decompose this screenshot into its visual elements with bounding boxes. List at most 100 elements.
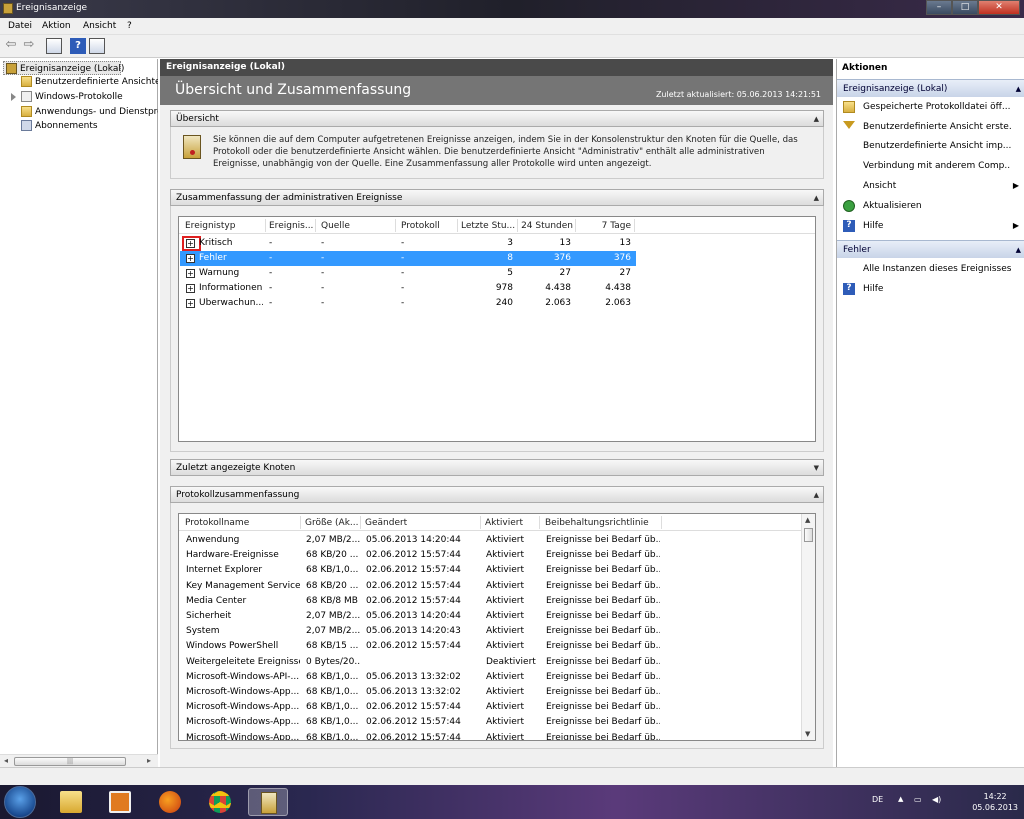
action-all-instances[interactable]: Alle Instanzen dieses Ereignisses... [837, 261, 1024, 279]
log-row[interactable]: Microsoft-Windows-App... 68 KB/1,0... 02.0… [180, 700, 800, 715]
log-row[interactable]: Media Center 68 KB/8 MB 02.06.2012 15:57:4… [180, 594, 800, 609]
close-button[interactable]: ✕ [978, 0, 1020, 15]
summary-row-warnung[interactable]: + Warnung - - - 5 27 27 [180, 266, 636, 281]
log-row[interactable]: Microsoft-Windows-App... 68 KB/1,0... 02.0… [180, 731, 800, 740]
clock[interactable]: 14:22 05.06.2013 [972, 791, 1018, 813]
col-header[interactable]: Quelle [321, 221, 381, 231]
taskbar-event-viewer[interactable] [248, 788, 288, 816]
collapse-icon[interactable]: ▲ [814, 194, 819, 202]
log-row[interactable]: Anwendung 2,07 MB/2... 05.06.2013 14:20:44… [180, 533, 800, 548]
col-header[interactable]: Aktiviert [485, 518, 539, 528]
menu-aktion[interactable]: Aktion [42, 21, 71, 31]
actions-section-error[interactable]: Fehler ▲ [837, 240, 1024, 258]
tree-root[interactable]: Ereignisanzeige (Lokal) [3, 61, 124, 75]
action-connect-computer[interactable]: Verbindung mit anderem Comp... [837, 158, 1024, 176]
summary-row-kritisch[interactable]: + Kritisch - - - 3 13 13 [180, 236, 636, 251]
taskbar-chrome[interactable] [200, 788, 240, 816]
maximize-button[interactable]: □ [952, 0, 978, 15]
log-row[interactable]: Internet Explorer 68 KB/1,0... 02.06.2012 … [180, 563, 800, 578]
col-header[interactable]: Protokoll [401, 221, 461, 231]
scroll-thumb[interactable] [804, 528, 813, 542]
log-row[interactable]: Sicherheit 2,07 MB/2... 05.06.2013 14:20:4… [180, 609, 800, 624]
log-cell: Ereignisse bei Bedarf üb... [546, 702, 660, 713]
action-create-custom-view[interactable]: Benutzerdefinierte Ansicht erste... [837, 119, 1024, 137]
recent-nodes-section-header[interactable]: Zuletzt angezeigte Knoten ▼ [170, 459, 824, 476]
expand-icon[interactable] [11, 93, 16, 101]
log-cell: Ereignisse bei Bedarf üb... [546, 611, 660, 621]
action-import-custom-view[interactable]: Benutzerdefinierte Ansicht imp... [837, 138, 1024, 156]
taskbar-firefox[interactable] [150, 788, 190, 816]
expand-plus-icon[interactable]: + [186, 254, 195, 263]
log-row[interactable]: Weitergeleitete Ereignisse 0 Bytes/20... D… [180, 655, 800, 670]
scroll-left-icon[interactable]: ◂ [4, 756, 8, 765]
taskbar-media-player[interactable] [100, 788, 140, 816]
collapse-icon[interactable]: ▲ [814, 115, 819, 123]
expand-plus-icon[interactable]: + [186, 269, 195, 278]
scroll-right-icon[interactable]: ▸ [147, 756, 151, 765]
taskbar-explorer[interactable] [51, 788, 91, 816]
collapse-icon[interactable]: ▲ [1016, 246, 1021, 254]
action-view[interactable]: Ansicht ▶ [837, 178, 1024, 196]
tree-item-windows-logs[interactable]: Windows-Protokolle [11, 90, 158, 104]
volume-icon[interactable]: ◀) [932, 795, 941, 804]
summary-row-fehler[interactable]: + Fehler - - - 8 376 376 [180, 251, 636, 266]
minimize-button[interactable]: – [926, 0, 952, 15]
tree-horizontal-scrollbar[interactable]: ◂ ||| ▸ [0, 754, 158, 767]
expand-plus-icon[interactable]: + [186, 284, 195, 293]
properties-icon[interactable] [89, 38, 105, 54]
overview-section-header[interactable]: Übersicht ▲ [170, 110, 824, 127]
log-row[interactable]: Hardware-Ereignisse 68 KB/20 ... 02.06.201… [180, 548, 800, 563]
grid-header: Protokollname Größe (Ak... Geändert Akti… [179, 514, 815, 531]
collapse-icon[interactable]: ▲ [1016, 85, 1021, 93]
back-arrow-icon[interactable]: ⇦ [3, 38, 19, 54]
col-header[interactable]: 24 Stunden [519, 221, 573, 231]
console-tree-icon[interactable] [46, 38, 62, 54]
menu-datei[interactable]: Datei [8, 21, 32, 31]
log-cell: 68 KB/15 ... [306, 641, 359, 652]
log-grid-vertical-scrollbar[interactable]: ▲ ▼ [801, 514, 815, 740]
expand-plus-icon[interactable]: + [186, 299, 195, 308]
col-header[interactable]: Geändert [365, 518, 465, 528]
action-refresh[interactable]: Aktualisieren [837, 198, 1024, 216]
col-header[interactable]: Protokollname [185, 518, 295, 528]
menu-ansicht[interactable]: Ansicht [83, 21, 116, 31]
show-hidden-icons-icon[interactable]: ▲ [898, 795, 903, 803]
scroll-up-icon[interactable]: ▲ [805, 516, 810, 524]
action-open-saved-log[interactable]: Gespeicherte Protokolldatei öff... [837, 99, 1024, 117]
action-help[interactable]: ? Hilfe ▶ [837, 218, 1024, 236]
tree-item-custom-views[interactable]: Benutzerdefinierte Ansichten [19, 75, 158, 89]
log-row[interactable]: Microsoft-Windows-App... 68 KB/1,0... 05.0… [180, 685, 800, 700]
action-help-error[interactable]: ? Hilfe [837, 281, 1024, 299]
tree-item-app-service-logs[interactable]: Anwendungs- und Dienstprotokolle [19, 105, 158, 119]
collapse-icon[interactable]: ▲ [814, 491, 819, 499]
network-icon[interactable]: ▭ [914, 795, 922, 804]
scroll-down-icon[interactable]: ▼ [805, 730, 810, 738]
log-row[interactable]: Microsoft-Windows-API-... 68 KB/1,0... 05.… [180, 670, 800, 685]
tree-item-subscriptions[interactable]: Abonnements [19, 119, 158, 133]
event-viewer-app-icon [3, 3, 13, 14]
log-row[interactable]: Microsoft-Windows-App... 68 KB/1,0... 02.0… [180, 715, 800, 730]
language-indicator[interactable]: DE [872, 795, 883, 804]
help-icon[interactable]: ? [70, 38, 86, 54]
log-summary-section-header[interactable]: Protokollzusammenfassung ▲ [170, 486, 824, 503]
log-cell: 02.06.2012 15:57:44 [366, 550, 461, 561]
menu-help[interactable]: ? [127, 21, 132, 31]
actions-section-local[interactable]: Ereignisanzeige (Lokal) ▲ [837, 79, 1024, 97]
start-button[interactable] [4, 786, 36, 818]
log-row[interactable]: Key Management Service 68 KB/20 ... 02.06.… [180, 579, 800, 594]
log-row[interactable]: Windows PowerShell 68 KB/15 ... 02.06.2012… [180, 639, 800, 654]
scroll-thumb[interactable]: ||| [14, 757, 126, 766]
col-header[interactable]: Letzte Stu... [461, 221, 515, 231]
summary-row-ueberwachung[interactable]: + Überwachun... - - - 240 2.063 2.063 [180, 296, 636, 311]
col-header[interactable]: Beibehaltungsrichtlinie [545, 518, 661, 528]
expand-icon[interactable]: ▼ [814, 464, 819, 472]
col-header[interactable]: Größe (Ak... [305, 518, 361, 528]
col-header[interactable]: Ereignis... [269, 221, 313, 231]
forward-arrow-icon[interactable]: ⇨ [21, 38, 37, 54]
summary-row-informationen[interactable]: + Informationen - - - 978 4.438 4.438 [180, 281, 636, 296]
col-header[interactable]: Ereignistyp [185, 221, 237, 231]
admin-summary-section-header[interactable]: Zusammenfassung der administrativen Erei… [170, 189, 824, 206]
log-row[interactable]: System 2,07 MB/2... 05.06.2013 14:20:43 Akt… [180, 624, 800, 639]
col-header[interactable]: 7 Tage [577, 221, 631, 231]
log-cell: 68 KB/1,0... [306, 687, 359, 697]
